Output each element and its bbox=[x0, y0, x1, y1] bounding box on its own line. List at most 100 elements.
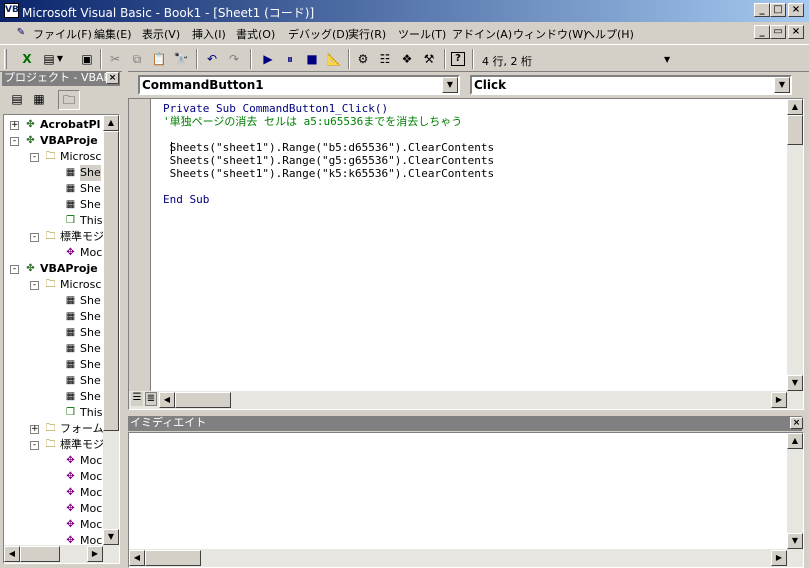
menu-debug[interactable]: デバッグ(D) bbox=[288, 26, 349, 42]
menu-addins[interactable]: アドイン(A) bbox=[452, 26, 512, 42]
scroll-right-icon[interactable]: ▶ bbox=[771, 550, 787, 566]
immediate-close-icon[interactable]: × bbox=[790, 417, 803, 429]
help-icon[interactable]: ? bbox=[451, 52, 465, 66]
toolbox-icon[interactable]: ⚒ bbox=[420, 50, 438, 68]
menu-tools[interactable]: ツール(T) bbox=[398, 26, 446, 42]
scroll-up-icon[interactable]: ▲ bbox=[103, 115, 119, 131]
scroll-left-icon[interactable]: ◀ bbox=[129, 550, 145, 566]
menu-run[interactable]: 実行(R) bbox=[348, 26, 386, 42]
collapse-icon[interactable]: - bbox=[10, 265, 19, 274]
vb-app-icon: VB bbox=[4, 3, 19, 18]
project-explorer-icon[interactable]: ⚙ bbox=[354, 50, 372, 68]
break-icon[interactable]: ⏸ bbox=[281, 50, 299, 68]
toolbar-options-icon[interactable]: ▼ bbox=[664, 55, 670, 64]
tree-item-label: 標準モジ bbox=[60, 230, 104, 243]
close-button[interactable]: × bbox=[788, 3, 804, 17]
dropdown-arrow-icon[interactable]: ▼ bbox=[56, 50, 64, 68]
scroll-down-icon[interactable]: ▼ bbox=[103, 529, 119, 545]
view-object-icon[interactable]: ▦ bbox=[30, 92, 48, 108]
save-icon[interactable]: ▣ bbox=[78, 50, 96, 68]
code-line[interactable]: '単独ページの消去 セルは a5:u65536までを消去しちゃう bbox=[163, 115, 462, 128]
object-browser-icon[interactable]: ❖ bbox=[398, 50, 416, 68]
project-close-icon[interactable]: × bbox=[106, 72, 119, 84]
vba-doc-icon[interactable]: ✎ bbox=[14, 26, 28, 40]
scroll-up-icon[interactable]: ▲ bbox=[787, 433, 803, 449]
immediate-horizontal-scrollbar[interactable]: ◀ ▶ bbox=[129, 549, 803, 567]
tree-item-label: Moc bbox=[80, 454, 103, 467]
scroll-left-icon[interactable]: ◀ bbox=[159, 392, 175, 408]
scroll-right-icon[interactable]: ▶ bbox=[87, 546, 103, 562]
project-tree: + ✤ AcrobatPl - ✤ VBAProje - 🗀 Microsc ▦ She ▦ She ▦ S… bbox=[3, 114, 120, 564]
sheet-icon: ▦ bbox=[65, 391, 76, 402]
properties-icon[interactable]: ☷ bbox=[376, 50, 394, 68]
view-code-icon[interactable]: ▤ bbox=[8, 92, 26, 108]
view-excel-icon[interactable]: X bbox=[18, 50, 36, 68]
expand-icon[interactable]: + bbox=[10, 121, 19, 130]
reset-icon[interactable]: ■ bbox=[303, 50, 321, 68]
run-icon[interactable]: ▶ bbox=[259, 50, 277, 68]
h-scroll-thumb[interactable] bbox=[145, 550, 201, 566]
menu-view[interactable]: 表示(V) bbox=[142, 26, 180, 42]
child-minimize-button[interactable]: _ bbox=[754, 25, 770, 39]
undo-icon[interactable]: ↶ bbox=[203, 50, 221, 68]
maximize-button[interactable]: □ bbox=[770, 3, 786, 17]
workbook-icon: ❒ bbox=[66, 215, 75, 226]
collapse-icon[interactable]: - bbox=[30, 281, 39, 290]
scroll-up-icon[interactable]: ▲ bbox=[787, 99, 803, 115]
chevron-down-icon[interactable]: ▼ bbox=[774, 77, 790, 93]
redo-icon[interactable]: ↷ bbox=[225, 50, 243, 68]
procedure-view-icon[interactable]: ☰ bbox=[131, 392, 143, 406]
scroll-down-icon[interactable]: ▼ bbox=[787, 375, 803, 391]
code-line[interactable]: Sheets("sheet1").Range("k5:k65536").Clea… bbox=[163, 167, 495, 180]
cut-icon[interactable]: ✂ bbox=[106, 50, 124, 68]
procedure-dropdown[interactable]: Click ▼ bbox=[470, 75, 792, 95]
full-module-view-icon[interactable]: ≣ bbox=[145, 392, 157, 406]
scroll-down-icon[interactable]: ▼ bbox=[787, 533, 803, 549]
find-icon[interactable]: 🔭 bbox=[172, 50, 190, 68]
menu-insert[interactable]: 挿入(I) bbox=[192, 26, 226, 42]
child-close-button[interactable]: × bbox=[788, 25, 804, 39]
h-scroll-thumb[interactable] bbox=[175, 392, 231, 408]
tree-horizontal-scrollbar[interactable]: ◀ ▶ bbox=[4, 545, 119, 563]
toolbar-grip[interactable] bbox=[4, 49, 7, 69]
tree-item-label: 標準モジ bbox=[60, 438, 104, 451]
menu-window[interactable]: ウィンドウ(W) bbox=[513, 26, 587, 42]
child-restore-button[interactable]: ▭ bbox=[770, 25, 786, 39]
paste-icon[interactable]: 📋 bbox=[150, 50, 168, 68]
code-line[interactable]: End Sub bbox=[163, 193, 209, 206]
collapse-icon[interactable]: - bbox=[10, 137, 19, 146]
scroll-right-icon[interactable]: ▶ bbox=[771, 392, 787, 408]
vba-project-icon: ✤ bbox=[26, 119, 35, 130]
toolbar-separator bbox=[196, 49, 198, 69]
design-mode-icon[interactable]: 📐 bbox=[325, 50, 343, 68]
menu-file[interactable]: ファイル(F) bbox=[33, 26, 92, 42]
code-line[interactable]: Sheets("sheet1").Range("b5:d65536").Clea… bbox=[163, 141, 495, 154]
code-editor[interactable]: Private Sub CommandButton1_Click() '単独ページ… bbox=[128, 98, 804, 410]
collapse-icon[interactable]: - bbox=[30, 233, 39, 242]
collapse-icon[interactable]: - bbox=[30, 153, 39, 162]
immediate-editor[interactable]: ▲ ▼ ◀ ▶ bbox=[128, 432, 804, 568]
menu-edit[interactable]: 編集(E) bbox=[94, 26, 132, 42]
vba-project-icon: ✤ bbox=[26, 135, 35, 146]
code-line[interactable]: Sheets("sheet1").Range("g5:g65536").Clea… bbox=[163, 154, 495, 167]
scroll-left-icon[interactable]: ◀ bbox=[4, 546, 20, 562]
sheet-icon: ▦ bbox=[65, 183, 76, 194]
code-vertical-scrollbar[interactable]: ▲ ▼ bbox=[787, 99, 803, 391]
minimize-button[interactable]: _ bbox=[754, 3, 770, 17]
h-scroll-thumb[interactable] bbox=[20, 546, 60, 562]
code-line[interactable]: Private Sub CommandButton1_Click() bbox=[163, 102, 388, 115]
toggle-folders-icon[interactable]: 🗀 bbox=[58, 90, 80, 110]
object-dropdown[interactable]: CommandButton1 ▼ bbox=[138, 75, 460, 95]
collapse-icon[interactable]: - bbox=[30, 441, 39, 450]
code-horizontal-scrollbar[interactable]: ☰ ≣ ◀ ▶ bbox=[129, 391, 803, 409]
scroll-thumb[interactable] bbox=[787, 115, 803, 145]
immediate-vertical-scrollbar[interactable]: ▲ ▼ bbox=[787, 433, 803, 549]
expand-icon[interactable]: + bbox=[30, 425, 39, 434]
copy-icon[interactable]: ⧉ bbox=[128, 50, 146, 68]
immediate-title-bar: イミディエイト bbox=[128, 416, 802, 431]
tree-vertical-scrollbar[interactable]: ▲ ▼ bbox=[103, 115, 119, 545]
chevron-down-icon[interactable]: ▼ bbox=[442, 77, 458, 93]
menu-format[interactable]: 書式(O) bbox=[236, 26, 275, 42]
menu-help[interactable]: ヘルプ(H) bbox=[584, 26, 634, 42]
scroll-thumb[interactable] bbox=[103, 131, 119, 431]
